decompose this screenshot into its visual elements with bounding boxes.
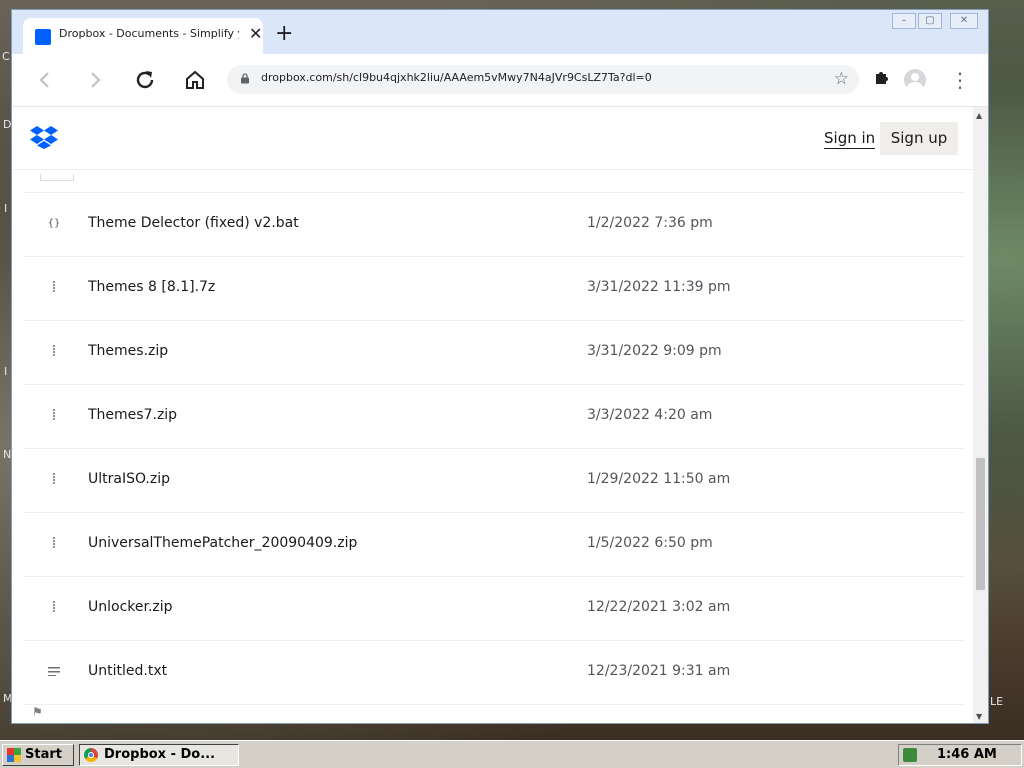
zip-file-icon	[46, 343, 62, 361]
page-scrollbar[interactable]: ▲ ▼	[973, 107, 988, 723]
scroll-up-arrow-icon[interactable]: ▲	[976, 111, 982, 120]
file-row[interactable]: UniversalThemePatcher_20090409.zip 1/5/2…	[24, 513, 964, 577]
browser-toolbar: dropbox.com/sh/cl9bu4qjxhk2liu/AAAem5vMw…	[12, 54, 988, 107]
code-file-icon: {}	[47, 218, 61, 229]
report-flag-icon[interactable]: ⚑	[32, 705, 43, 719]
network-icon[interactable]	[903, 748, 917, 762]
file-modified-date: 3/31/2022 9:09 pm	[587, 343, 722, 359]
kebab-menu-icon[interactable]: ⋮	[950, 66, 970, 94]
file-modified-date: 1/2/2022 7:36 pm	[587, 215, 713, 231]
browser-window: Dropbox - Documents - Simplify your ✕ + …	[11, 9, 989, 724]
file-row[interactable]: Themes 8 [8.1].7z 3/31/2022 11:39 pm	[24, 257, 964, 321]
file-name[interactable]: UniversalThemePatcher_20090409.zip	[88, 535, 357, 551]
file-modified-date: 1/5/2022 6:50 pm	[587, 535, 713, 551]
file-row[interactable]: UltraISO.zip 1/29/2022 11:50 am	[24, 449, 964, 513]
puzzle-icon[interactable]	[874, 69, 890, 89]
file-name[interactable]: Themes7.zip	[88, 407, 177, 423]
start-label: Start	[25, 747, 62, 762]
file-row[interactable]: {} Theme Delector (fixed) v2.bat 1/2/202…	[24, 193, 964, 257]
desktop-icon-label: I	[4, 202, 8, 215]
url-text: dropbox.com/sh/cl9bu4qjxhk2liu/AAAem5vMw…	[261, 71, 652, 84]
clock[interactable]: 1:46 AM	[937, 747, 997, 762]
desktop-icon-label: I	[4, 365, 8, 378]
minimize-button[interactable]: –	[892, 13, 916, 29]
maximize-button[interactable]: ▢	[918, 13, 942, 29]
text-file-icon	[46, 663, 62, 681]
file-list: {} Theme Delector (fixed) v2.bat 1/2/202…	[24, 193, 964, 705]
address-bar[interactable]: dropbox.com/sh/cl9bu4qjxhk2liu/AAAem5vMw…	[227, 65, 859, 94]
file-row[interactable]: Themes.zip 3/31/2022 9:09 pm	[24, 321, 964, 385]
reload-icon[interactable]	[131, 66, 159, 94]
file-name[interactable]: Themes 8 [8.1].7z	[88, 279, 215, 295]
star-icon[interactable]: ☆	[834, 69, 849, 89]
dropbox-logo-icon[interactable]	[30, 125, 58, 153]
file-modified-date: 3/3/2022 4:20 am	[587, 407, 713, 423]
file-name[interactable]: Theme Delector (fixed) v2.bat	[88, 215, 299, 231]
file-modified-date: 1/29/2022 11:50 am	[587, 471, 731, 487]
tab-title: Dropbox - Documents - Simplify your	[59, 27, 239, 40]
desktop-icon-label: C	[2, 50, 10, 63]
lock-icon	[241, 73, 249, 84]
desktop-icon-label: N	[3, 448, 12, 461]
new-tab-button[interactable]: +	[275, 23, 293, 45]
scrollbar-thumb[interactable]	[976, 458, 985, 590]
sign-up-button[interactable]: Sign up	[880, 122, 958, 155]
home-icon[interactable]	[181, 66, 209, 94]
start-button[interactable]: Start	[2, 744, 74, 766]
zip-file-icon	[46, 471, 62, 489]
sign-in-link[interactable]: Sign in	[824, 129, 876, 149]
forward-arrow-icon[interactable]	[81, 66, 109, 94]
back-arrow-icon[interactable]	[31, 66, 59, 94]
zip-file-icon	[46, 279, 62, 297]
tab-strip: Dropbox - Documents - Simplify your ✕ + …	[12, 10, 988, 54]
desktop-icon-label: LE	[990, 695, 1004, 708]
file-name[interactable]: UltraISO.zip	[88, 471, 170, 487]
taskbar-item-dropbox[interactable]: Dropbox - Do...	[79, 744, 239, 766]
file-row[interactable]: Untitled.txt 12/23/2021 9:31 am	[24, 641, 964, 705]
dropbox-favicon-icon	[35, 29, 51, 45]
file-modified-date: 12/23/2021 9:31 am	[587, 663, 731, 679]
file-name[interactable]: Themes.zip	[88, 343, 168, 359]
tab-close-icon[interactable]: ✕	[249, 25, 262, 43]
system-tray: 1:46 AM	[898, 744, 1022, 766]
close-window-button[interactable]: ✕	[950, 13, 978, 29]
tab-dropbox[interactable]: Dropbox - Documents - Simplify your ✕	[23, 18, 263, 54]
dropbox-header: Sign in Sign up	[12, 107, 973, 170]
chrome-icon	[84, 748, 98, 762]
scroll-down-arrow-icon[interactable]: ▼	[976, 712, 982, 721]
file-row[interactable]: Unlocker.zip 12/22/2021 3:02 am	[24, 577, 964, 641]
taskbar: Start Dropbox - Do... 1:46 AM	[0, 740, 1024, 768]
zip-file-icon	[46, 535, 62, 553]
file-name[interactable]: Unlocker.zip	[88, 599, 173, 615]
file-thumbnail-icon	[40, 174, 74, 181]
windows-logo-icon	[7, 748, 21, 762]
taskbar-item-label: Dropbox - Do...	[104, 747, 216, 762]
zip-file-icon	[46, 407, 62, 425]
file-modified-date: 12/22/2021 3:02 am	[587, 599, 731, 615]
zip-file-icon	[46, 599, 62, 617]
profile-icon[interactable]	[904, 69, 926, 91]
file-row-partial[interactable]	[24, 170, 964, 193]
file-row[interactable]: Themes7.zip 3/3/2022 4:20 am	[24, 385, 964, 449]
page-viewport: Sign in Sign up {} Theme Delector (fixed…	[12, 107, 973, 723]
file-modified-date: 3/31/2022 11:39 pm	[587, 279, 731, 295]
file-name[interactable]: Untitled.txt	[88, 663, 167, 679]
